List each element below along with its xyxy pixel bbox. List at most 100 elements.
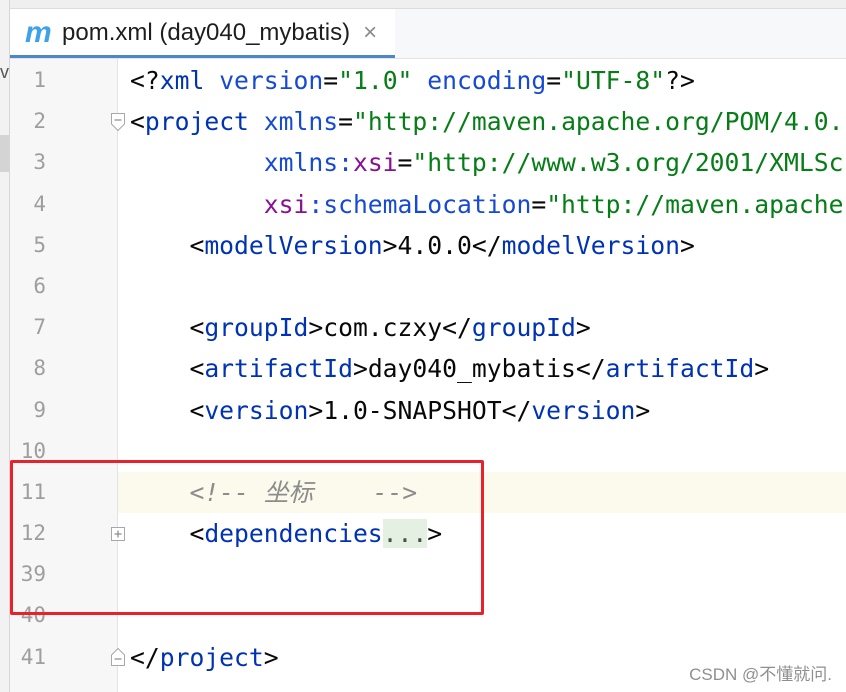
- xml-text: >com.czxy</: [308, 313, 472, 343]
- close-icon[interactable]: ×: [363, 21, 377, 45]
- code-text[interactable]: xmlns:xsi="http://www.w3.org/2001/XMLSc: [118, 142, 846, 183]
- code-text[interactable]: <modelVersion>4.0.0</modelVersion>: [118, 225, 846, 266]
- code-line-11[interactable]: 11 <!-- 坐标 -->: [10, 471, 846, 514]
- code-line-2[interactable]: 2 <project xmlns="http://maven.apache.or…: [10, 101, 846, 142]
- fold-collapse-glyph: [111, 112, 125, 131]
- code-line-6[interactable]: 6: [10, 266, 846, 307]
- line-number: 2: [33, 109, 46, 134]
- code-editor[interactable]: 1 <?xml version="1.0" encoding="UTF-8"?>…: [10, 59, 846, 692]
- xml-punctuation: >: [635, 395, 651, 425]
- line-number: 7: [33, 315, 46, 340]
- xml-tag-name: groupId: [471, 313, 576, 343]
- xml-comment: <!-- 坐标 -->: [189, 477, 418, 507]
- code-text[interactable]: <dependencies...>: [118, 513, 846, 554]
- code-text[interactable]: <version>1.0-SNAPSHOT</version>: [118, 390, 846, 431]
- line-number: 9: [33, 397, 46, 422]
- editor-tab-bar: m pom.xml (day040_mybatis) ×: [10, 8, 846, 59]
- xml-tag-name: modelVersion: [204, 230, 383, 260]
- code-text[interactable]: <groupId>com.czxy</groupId>: [118, 307, 846, 348]
- xml-punctuation: <?: [130, 66, 160, 95]
- xml-punctuation: ?>: [665, 66, 695, 95]
- line-number: 4: [33, 191, 46, 216]
- code-line-12[interactable]: 12 <dependencies...>: [10, 513, 846, 554]
- xml-punctuation: >: [754, 354, 770, 384]
- line-number: 40: [20, 603, 46, 628]
- xml-punctuation: <: [189, 354, 205, 384]
- line-number: 8: [33, 356, 46, 381]
- code-line-1[interactable]: 1 <?xml version="1.0" encoding="UTF-8"?>: [10, 60, 846, 101]
- project-panel-edge[interactable]: v: [0, 0, 10, 692]
- code-text[interactable]: <artifactId>day040_mybatis</artifactId>: [118, 348, 846, 389]
- xml-punctuation: =: [338, 107, 353, 137]
- code-text[interactable]: xsi:schemaLocation="http://maven.apache: [118, 184, 846, 225]
- code-line-39[interactable]: 39: [10, 554, 846, 595]
- xml-attribute-name: version: [204, 66, 324, 95]
- code-text[interactable]: [118, 431, 846, 472]
- line-number: 1: [33, 68, 46, 92]
- xml-text: >4.0.0</: [382, 230, 502, 260]
- code-text[interactable]: [118, 595, 846, 636]
- fold-collapse-icon[interactable]: [109, 112, 127, 132]
- xml-punctuation: <: [189, 395, 205, 425]
- code-text[interactable]: [118, 554, 846, 595]
- xml-attribute-value: "http://www.w3.org/2001/XMLSc: [412, 148, 844, 178]
- fold-end-glyph: [111, 648, 125, 667]
- editor-lines[interactable]: 1 <?xml version="1.0" encoding="UTF-8"?>…: [10, 60, 846, 678]
- code-line-7[interactable]: 7 <groupId>com.czxy</groupId>: [10, 307, 846, 348]
- xml-tag-name: project: [144, 107, 249, 137]
- xml-punctuation: =: [531, 189, 547, 219]
- line-number: 3: [33, 150, 46, 175]
- xml-punctuation: =: [323, 66, 339, 95]
- xml-punctuation: <: [130, 107, 145, 137]
- code-line-3[interactable]: 3 xmlns:xsi="http://www.w3.org/2001/XMLS…: [10, 142, 846, 183]
- fold-marker-outline: [111, 648, 125, 667]
- xml-tag-name: artifactId: [605, 354, 755, 384]
- xml-punctuation: >: [679, 230, 695, 260]
- code-text[interactable]: <!-- 坐标 -->: [118, 471, 846, 514]
- xml-punctuation: =: [546, 66, 562, 95]
- code-line-10[interactable]: 10: [10, 431, 846, 472]
- xml-punctuation: >: [427, 519, 443, 549]
- fold-expand-icon[interactable]: [109, 525, 127, 543]
- namespace-prefix: xsi: [263, 189, 309, 219]
- xml-tag-name: version: [531, 395, 636, 425]
- xml-tag-name: project: [159, 642, 264, 672]
- fold-placeholder[interactable]: ...: [382, 519, 428, 549]
- fold-expand-glyph: [111, 526, 125, 541]
- code-line-40[interactable]: 40: [10, 595, 846, 636]
- namespace-prefix: xsi: [352, 148, 398, 178]
- code-text[interactable]: <?xml version="1.0" encoding="UTF-8"?>: [118, 60, 846, 101]
- xml-punctuation: </: [130, 642, 160, 672]
- line-number: 12: [20, 521, 46, 546]
- xml-punctuation: <: [189, 519, 205, 549]
- line-number: 5: [33, 232, 46, 257]
- window-top-band: [0, 0, 846, 8]
- xml-punctuation: >: [575, 313, 591, 343]
- fold-marker-outline: [111, 112, 125, 131]
- tab-pom-xml[interactable]: m pom.xml (day040_mybatis) ×: [10, 9, 395, 58]
- xml-punctuation: =: [397, 148, 413, 178]
- code-line-8[interactable]: 8 <artifactId>day040_mybatis</artifactId…: [10, 348, 846, 389]
- xml-attribute-name: xmlns:: [263, 148, 353, 178]
- xml-attribute-value: "1.0": [338, 66, 413, 95]
- code-text[interactable]: [118, 266, 846, 307]
- project-tree-item-fragment[interactable]: v: [0, 62, 9, 83]
- xml-tag-name: version: [204, 395, 309, 425]
- xml-attribute-value: "UTF-8": [561, 66, 666, 95]
- line-number: 39: [20, 562, 46, 587]
- line-number: 11: [20, 479, 46, 504]
- xml-text: >day040_mybatis</: [352, 354, 606, 384]
- project-tree-selection[interactable]: [0, 135, 9, 172]
- line-number: 41: [20, 644, 46, 669]
- code-line-9[interactable]: 9 <version>1.0-SNAPSHOT</version>: [10, 390, 846, 431]
- xml-tag-name: artifactId: [204, 354, 353, 384]
- xml-tag-name: xml: [159, 66, 205, 95]
- xml-attribute-value: "http://maven.apache.org/POM/4.0.: [352, 107, 844, 137]
- xml-tag-name: groupId: [204, 313, 309, 343]
- code-text[interactable]: <project xmlns="http://maven.apache.org/…: [118, 101, 846, 142]
- line-number: 10: [20, 438, 46, 463]
- fold-end-icon[interactable]: [109, 647, 127, 667]
- code-line-4[interactable]: 4 xsi:schemaLocation="http://maven.apach…: [10, 184, 846, 225]
- code-line-5[interactable]: 5 <modelVersion>4.0.0</modelVersion>: [10, 225, 846, 266]
- tab-label: pom.xml (day040_mybatis): [62, 19, 351, 46]
